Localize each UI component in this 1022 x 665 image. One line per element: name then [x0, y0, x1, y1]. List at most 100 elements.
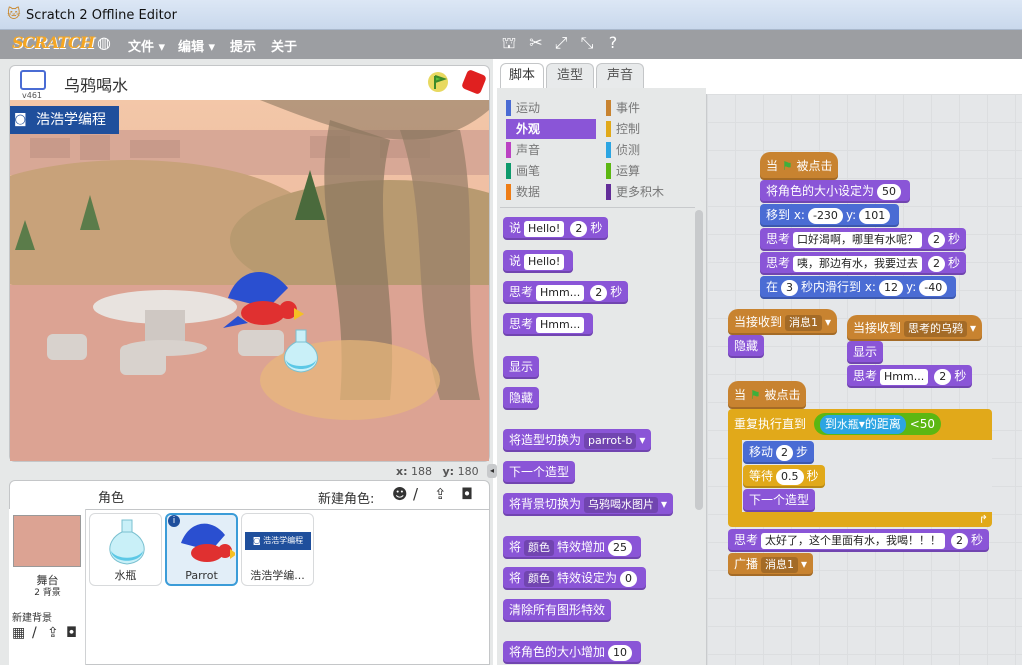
delete-scissors-icon[interactable]: ✂ [527, 34, 545, 52]
block-show[interactable]: 显示 [503, 356, 540, 379]
version-label: v461 [22, 91, 43, 100]
category-sound[interactable]: 声音 [506, 140, 540, 160]
category-looks[interactable]: 外观 [506, 119, 596, 139]
menu-edit[interactable]: 编辑 ▾ [178, 36, 215, 55]
bottle-thumb [109, 519, 145, 565]
backdrop-library-icon[interactable]: ▦ [12, 625, 25, 641]
green-flag-icon [434, 75, 448, 89]
green-flag-icon: ⚑ [781, 159, 793, 173]
sprite-name: 水瓶 [114, 569, 137, 582]
title-bar: 🐱 Scratch 2 Offline Editor [0, 0, 1022, 30]
distance-to-block[interactable]: 到水瓶▾的距离 [819, 415, 906, 434]
block-switch-costume[interactable]: 将造型切换为 parrot-b ▾ [503, 429, 652, 452]
block-hide[interactable]: 隐藏 [503, 387, 540, 410]
repeat-until-header: 重复执行直到 到水瓶▾的距离 <50 [734, 413, 942, 435]
block-when-receive-1[interactable]: 当接收到 消息1 ▾ [728, 309, 838, 335]
camera-icon[interactable]: ◘ [461, 485, 473, 503]
block-next-costume-script[interactable]: 下一个造型 [743, 489, 816, 512]
category-motion[interactable]: 运动 [506, 98, 540, 118]
project-title[interactable]: 乌鸦喝水 [64, 72, 128, 96]
category-sensing[interactable]: 侦测 [606, 140, 640, 160]
block-think-secs[interactable]: 思考 Hmm... 2 秒 [503, 281, 629, 304]
backdrop-paint-icon[interactable]: / [32, 625, 37, 641]
block-change-size[interactable]: 将角色的大小增加 10 [503, 641, 642, 664]
grow-icon[interactable]: ⤢ [552, 34, 570, 52]
stage-thumbnail[interactable] [13, 515, 81, 567]
block-say[interactable]: 说 Hello! [503, 250, 574, 273]
category-control[interactable]: 控制 [606, 119, 640, 139]
sprite-name: Parrot [185, 569, 218, 582]
green-flag-button[interactable] [428, 72, 448, 92]
stage-banner: ◙ 浩浩学编程 [10, 106, 119, 134]
block-clear-effects[interactable]: 清除所有图形特效 [503, 599, 612, 622]
fullscreen-icon[interactable] [20, 70, 46, 90]
block-switch-backdrop[interactable]: 将背景切换为 乌鸦喝水图片 ▾ [503, 493, 674, 516]
collapse-arrow-icon[interactable]: ◂ [487, 464, 497, 478]
block-hide-script[interactable]: 隐藏 [728, 335, 765, 358]
menu-file[interactable]: 文件 ▾ [128, 36, 165, 55]
less-than-operator[interactable]: 到水瓶▾的距离 <50 [813, 413, 942, 435]
loop-arrow-icon: ↱ [978, 513, 988, 526]
duplicate-stamp-icon[interactable]: ⛫ [500, 34, 518, 52]
block-broadcast[interactable]: 广播 消息1 ▾ [728, 553, 814, 576]
parrot-thumb [181, 523, 235, 562]
backdrop-camera-icon[interactable]: ◘ [66, 625, 77, 641]
scratch-logo[interactable]: SCRATCH [12, 33, 95, 55]
bottle-sprite[interactable] [278, 328, 324, 374]
block-when-flag-clicked[interactable]: 当 ⚑ 被点击 [760, 152, 839, 180]
sprite-library-icon[interactable]: ☻ [392, 485, 408, 503]
block-set-size[interactable]: 将角色的大小设定为 50 [760, 180, 911, 203]
globe-icon[interactable]: ◍ [95, 34, 113, 52]
banner-thumb: ◙ 浩浩学编程 [245, 532, 311, 550]
palette-scrollbar[interactable] [695, 210, 703, 510]
category-data[interactable]: 数据 [506, 182, 540, 202]
window-title: Scratch 2 Offline Editor [26, 8, 177, 23]
tab-scripts[interactable]: 脚本 [500, 63, 544, 89]
block-say-secs[interactable]: 说 Hello! 2 秒 [503, 217, 609, 240]
sprites-title: 角色 [98, 491, 125, 506]
block-think-script3[interactable]: 思考 Hmm... 2 秒 [847, 365, 973, 388]
mouse-coords: x: 188 y: 180 [396, 465, 479, 478]
shrink-icon[interactable]: ⤡ [578, 34, 596, 52]
category-more-blocks[interactable]: 更多积木 [606, 182, 664, 202]
sprite-name: 浩浩学编... [250, 569, 305, 582]
sprite-card-bottle[interactable]: 水瓶 [89, 513, 162, 586]
block-think[interactable]: 思考 Hmm... [503, 313, 594, 336]
block-next-costume[interactable]: 下一个造型 [503, 461, 576, 484]
block-set-effect[interactable]: 将颜色 特效设定为 0 [503, 567, 647, 590]
block-when-receive-2[interactable]: 当接收到 思考的乌鸦 ▾ [847, 315, 983, 341]
block-think-1[interactable]: 思考 口好渴啊，哪里有水呢？ 2 秒 [760, 228, 967, 251]
backdrop-count: 2 背景 [34, 588, 61, 598]
block-move-steps[interactable]: 移动 2 步 [743, 441, 815, 464]
paint-brush-icon[interactable]: / [413, 485, 418, 503]
tab-costumes[interactable]: 造型 [546, 63, 594, 89]
category-operators[interactable]: 运算 [606, 161, 640, 181]
block-goto-xy[interactable]: 移到 x: -230 y: 101 [760, 204, 900, 227]
stage-thumb-column: 舞台 2 背景 新建背景 ▦ / ⇪ ◘ [9, 509, 86, 665]
menu-about[interactable]: 关于 [271, 36, 297, 55]
block-wait[interactable]: 等待 0.5 秒 [743, 465, 825, 488]
upload-icon[interactable]: ⇪ [434, 485, 447, 503]
stage-canvas[interactable]: ◙ 浩浩学编程 [10, 100, 489, 461]
new-backdrop-label: 新建背景 [12, 613, 52, 624]
category-events[interactable]: 事件 [606, 98, 640, 118]
sprites-header: 角色 新建角色: ☻ / ⇪ ◘ [9, 480, 490, 510]
block-when-flag-clicked-2[interactable]: 当 ⚑ 被点击 [728, 381, 807, 409]
block-think-final[interactable]: 思考 太好了，这个里面有水，我喝！！！ 2 秒 [728, 529, 990, 552]
banner-logo-icon: ◙ [14, 112, 27, 127]
sprite-card-banner[interactable]: ◙ 浩浩学编程 浩浩学编... [241, 513, 314, 586]
backdrop-upload-icon[interactable]: ⇪ [47, 625, 59, 641]
new-sprite-label: 新建角色: [318, 492, 375, 507]
block-glide[interactable]: 在 3 秒内滑行到 x: 12 y: -40 [760, 276, 957, 299]
tab-sounds[interactable]: 声音 [596, 63, 644, 89]
block-change-effect[interactable]: 将颜色 特效增加 25 [503, 536, 642, 559]
block-think-2[interactable]: 思考 咦，那边有水，我要过去 2 秒 [760, 252, 967, 275]
help-icon[interactable]: ? [604, 34, 622, 52]
green-flag-icon: ⚑ [749, 388, 761, 402]
block-show-script[interactable]: 显示 [847, 341, 884, 364]
menu-tips[interactable]: 提示 [230, 36, 256, 55]
sprite-card-parrot[interactable]: i Parrot [165, 513, 238, 586]
category-pen[interactable]: 画笔 [506, 161, 540, 181]
app-icon: 🐱 [7, 7, 21, 22]
palette-divider [500, 207, 695, 208]
